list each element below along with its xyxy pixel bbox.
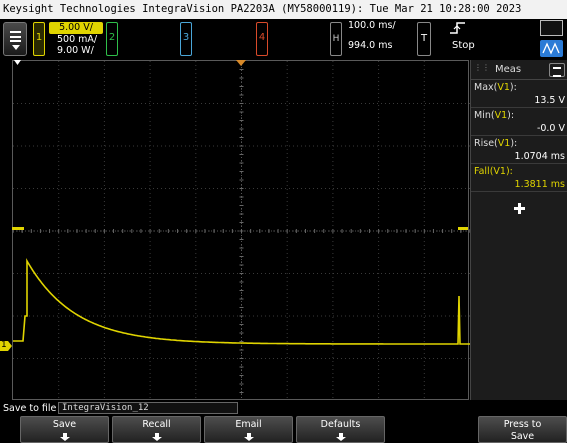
channel-status-bar: 1 5.00 V/ 500 mA/ 9.00 W/ 2 3 4 H 100.0 … — [0, 19, 567, 60]
drag-handle-icon[interactable]: ⋮⋮ — [474, 64, 490, 75]
horizontal-button[interactable]: H — [330, 22, 342, 56]
horizontal-delay: 994.0 ms — [348, 40, 393, 51]
measurement-row[interactable]: Fall(V1): 1.3811 ms — [471, 164, 567, 192]
softkey-email[interactable]: Email — [204, 416, 293, 443]
filename-input[interactable]: IntegraVision_12 — [58, 402, 238, 414]
main-menu-button[interactable] — [3, 22, 27, 56]
measurement-source: V1 — [497, 82, 510, 93]
measurement-source: V1 — [497, 138, 511, 149]
channel-1-control[interactable]: 1 5.00 V/ 500 mA/ 9.00 W/ — [33, 22, 103, 56]
measurement-row[interactable]: Max(V1): 13.5 V — [471, 80, 567, 108]
graticule — [13, 61, 470, 401]
channel-1-watts-per-div: 9.00 W/ — [57, 45, 94, 56]
trigger-point-marker — [14, 60, 21, 65]
trigger-level-marker-left — [12, 227, 24, 230]
channel-3-number: 3 — [180, 22, 192, 56]
window-title-bar: Keysight Technologies IntegraVision PA22… — [0, 0, 567, 19]
arrow-down-icon — [59, 433, 70, 441]
softkey-recall[interactable]: Recall — [112, 416, 201, 443]
channel-2-number: 2 — [106, 22, 118, 56]
measurement-panel-header: ⋮⋮ Meas — [471, 60, 567, 80]
measurement-value: 13.5 V — [534, 95, 565, 106]
arrow-down-icon — [151, 433, 162, 441]
press-to-save-softkey[interactable]: Press to Save — [478, 416, 567, 443]
measurement-label: Fall(V1): — [474, 166, 513, 177]
autoscale-waveform-icon — [542, 42, 560, 55]
measurement-row[interactable]: Rise(V1): 1.0704 ms — [471, 136, 567, 164]
press-to-save-line2: Save — [510, 431, 535, 442]
save-bar: Save to file = IntegraVision_12 — [0, 400, 567, 416]
trigger-button[interactable]: T — [417, 22, 431, 56]
autoscale-icon[interactable] — [540, 40, 563, 57]
add-measurement-icon[interactable] — [514, 203, 525, 214]
measurement-source: V1 — [494, 110, 508, 121]
measurement-type: Fall — [474, 166, 490, 177]
measurement-label: Rise(V1): — [474, 138, 518, 149]
channel-4-number: 4 — [256, 22, 268, 56]
measurement-panel: ⋮⋮ Meas Max(V1): 13.5 V Min(V1): -0.0 V Rise… — [470, 60, 567, 400]
softkey-label: Defaults — [320, 419, 361, 430]
channel-1-amps-per-div: 500 mA/ — [57, 34, 98, 45]
trigger-edge-icon — [450, 22, 465, 34]
channel-1-volts-per-div: 5.00 V/ — [49, 22, 103, 34]
panel-menu-button[interactable] — [549, 63, 565, 77]
waveform-display[interactable] — [12, 60, 470, 401]
press-to-save-line1: Press to — [503, 419, 542, 430]
softkey-label: Recall — [142, 419, 171, 430]
measurement-panel-title: Meas — [495, 64, 522, 75]
measurement-row[interactable]: Min(V1): -0.0 V — [471, 108, 567, 136]
measurement-type: Max — [474, 82, 494, 93]
measurement-value: -0.0 V — [536, 123, 565, 134]
trigger-level-marker-right — [458, 227, 468, 230]
channel-1-number: 1 — [33, 22, 45, 56]
measurement-label: Min(V1): — [474, 110, 515, 121]
window-restore-icon[interactable] — [540, 20, 563, 36]
trigger-time-marker[interactable] — [236, 60, 246, 67]
time-per-div: 100.0 ms/ — [348, 20, 396, 31]
measurement-value: 1.3811 ms — [514, 179, 565, 190]
softkey-label: Email — [235, 419, 262, 430]
measurement-type: Rise — [474, 138, 495, 149]
softkey-label: Save — [52, 419, 77, 430]
arrow-down-icon — [335, 433, 346, 441]
acquisition-status: Stop — [452, 40, 475, 51]
measurement-label: Max(V1): — [474, 82, 517, 93]
measurement-value: 1.0704 ms — [514, 151, 565, 162]
arrow-down-icon — [243, 433, 254, 441]
measurement-source: V1 — [493, 166, 506, 177]
chevron-down-icon — [12, 45, 20, 50]
softkey-defaults[interactable]: Defaults — [296, 416, 385, 443]
measurement-type: Min — [474, 110, 491, 121]
softkey-save[interactable]: Save — [20, 416, 109, 443]
ground-marker-label: 1 — [1, 340, 7, 350]
menu-icon — [10, 31, 21, 42]
